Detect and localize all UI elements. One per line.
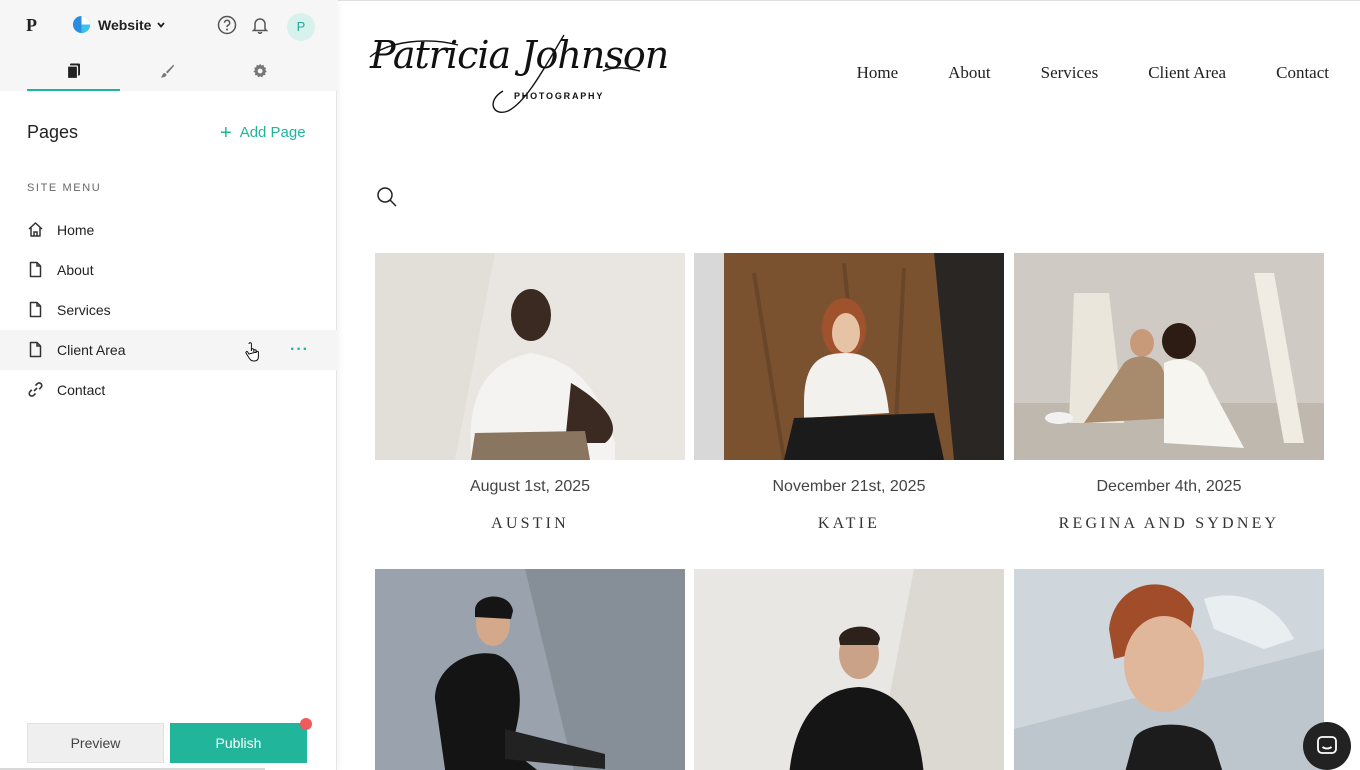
tab-settings[interactable] (213, 50, 306, 91)
sidebar-item-label: Client Area (57, 342, 126, 358)
portrait-photo (375, 253, 685, 460)
chat-button[interactable] (1303, 722, 1351, 770)
page-icon (29, 301, 42, 318)
site-menu-label: SITE MENU (27, 182, 102, 194)
preview-button[interactable]: Preview (27, 723, 164, 763)
search-icon[interactable] (376, 186, 398, 208)
sidebar-item-services[interactable]: Services (0, 290, 337, 330)
publish-button[interactable]: Publish (170, 723, 307, 763)
portrait-photo (1014, 569, 1324, 770)
gallery-photo[interactable] (694, 569, 1004, 770)
portrait-photo (694, 253, 1004, 460)
gallery-photo[interactable] (375, 569, 685, 770)
brand-logo[interactable]: P (26, 15, 37, 36)
gallery-photo[interactable] (694, 253, 1004, 460)
gallery-photo[interactable] (375, 253, 685, 460)
editor-tabs (0, 50, 337, 91)
sidebar-item-label: Home (57, 222, 95, 238)
gear-icon (253, 63, 267, 77)
pages-icon (66, 63, 80, 79)
help-icon[interactable] (217, 15, 237, 35)
gallery-card[interactable] (1014, 569, 1324, 770)
sidebar-item-label: About (57, 262, 94, 278)
more-options-icon[interactable]: ··· (290, 341, 309, 359)
page-icon (29, 261, 42, 278)
sidebar-item-home[interactable]: Home (0, 210, 337, 250)
nav-contact[interactable]: Contact (1276, 63, 1329, 83)
site-logo[interactable]: Patricia Johnson PHOTOGRAPHY (368, 31, 669, 117)
gallery-card-katie[interactable]: November 21st, 2025 KATIE (694, 253, 1004, 533)
site-name: Website (98, 16, 152, 33)
gallery-card-austin[interactable]: August 1st, 2025 AUSTIN (375, 253, 685, 533)
bell-icon[interactable] (250, 15, 270, 35)
nav-services[interactable]: Services (1041, 63, 1099, 83)
sidebar-item-contact[interactable]: Contact (0, 370, 337, 410)
sidebar-item-label: Services (57, 302, 111, 318)
nav-home[interactable]: Home (857, 63, 899, 83)
site-preview: Patricia Johnson PHOTOGRAPHY Home About … (338, 0, 1360, 770)
portrait-photo (375, 569, 685, 770)
gallery-title[interactable]: AUSTIN (375, 515, 685, 533)
add-page-button[interactable]: + Add Page (220, 121, 306, 144)
chat-icon (1317, 736, 1337, 754)
brush-icon (160, 64, 174, 77)
sidebar-item-client-area[interactable]: Client Area ··· (0, 330, 337, 370)
gallery-card[interactable] (375, 569, 685, 770)
tab-design[interactable] (120, 50, 213, 91)
hand-cursor-icon (245, 342, 259, 362)
pages-title: Pages (27, 122, 79, 142)
portrait-photo (694, 569, 1004, 770)
tab-pages[interactable] (27, 50, 120, 91)
site-switcher[interactable]: Website (72, 15, 166, 34)
link-icon (28, 382, 43, 397)
gallery-card-regina-and-sydney[interactable]: December 4th, 2025 REGINA AND SYDNEY (1014, 253, 1324, 533)
chevron-down-icon (157, 21, 166, 28)
logo-subtitle: PHOTOGRAPHY (514, 91, 605, 101)
gallery-title[interactable]: REGINA AND SYDNEY (1014, 515, 1324, 533)
editor-sidebar: P Website P Pages + Add Page SITE MENU H… (0, 0, 337, 770)
avatar[interactable]: P (287, 13, 315, 41)
gallery-date: November 21st, 2025 (772, 478, 926, 495)
editor-topbar: P Website P (0, 0, 337, 50)
gallery-date: August 1st, 2025 (469, 478, 591, 495)
portrait-photo (1014, 253, 1324, 460)
gallery-photo[interactable] (1014, 253, 1324, 460)
site-nav: Home About Services Client Area Contact (807, 63, 1329, 83)
site-logo-icon (72, 15, 91, 34)
sidebar-item-about[interactable]: About (0, 250, 337, 290)
page-icon (29, 341, 42, 358)
home-icon (28, 222, 43, 237)
publish-notification-dot (300, 718, 312, 730)
logo-name: Patricia Johnson (370, 33, 669, 77)
nav-about[interactable]: About (948, 63, 991, 83)
sidebar-item-label: Contact (57, 382, 106, 398)
nav-client-area[interactable]: Client Area (1148, 63, 1226, 83)
add-page-label: Add Page (239, 124, 306, 141)
gallery-photo[interactable] (1014, 569, 1324, 770)
gallery-title[interactable]: KATIE (694, 515, 1004, 533)
gallery-card[interactable] (694, 569, 1004, 770)
plus-icon: + (220, 121, 232, 144)
gallery-date: December 4th, 2025 (1096, 478, 1242, 495)
